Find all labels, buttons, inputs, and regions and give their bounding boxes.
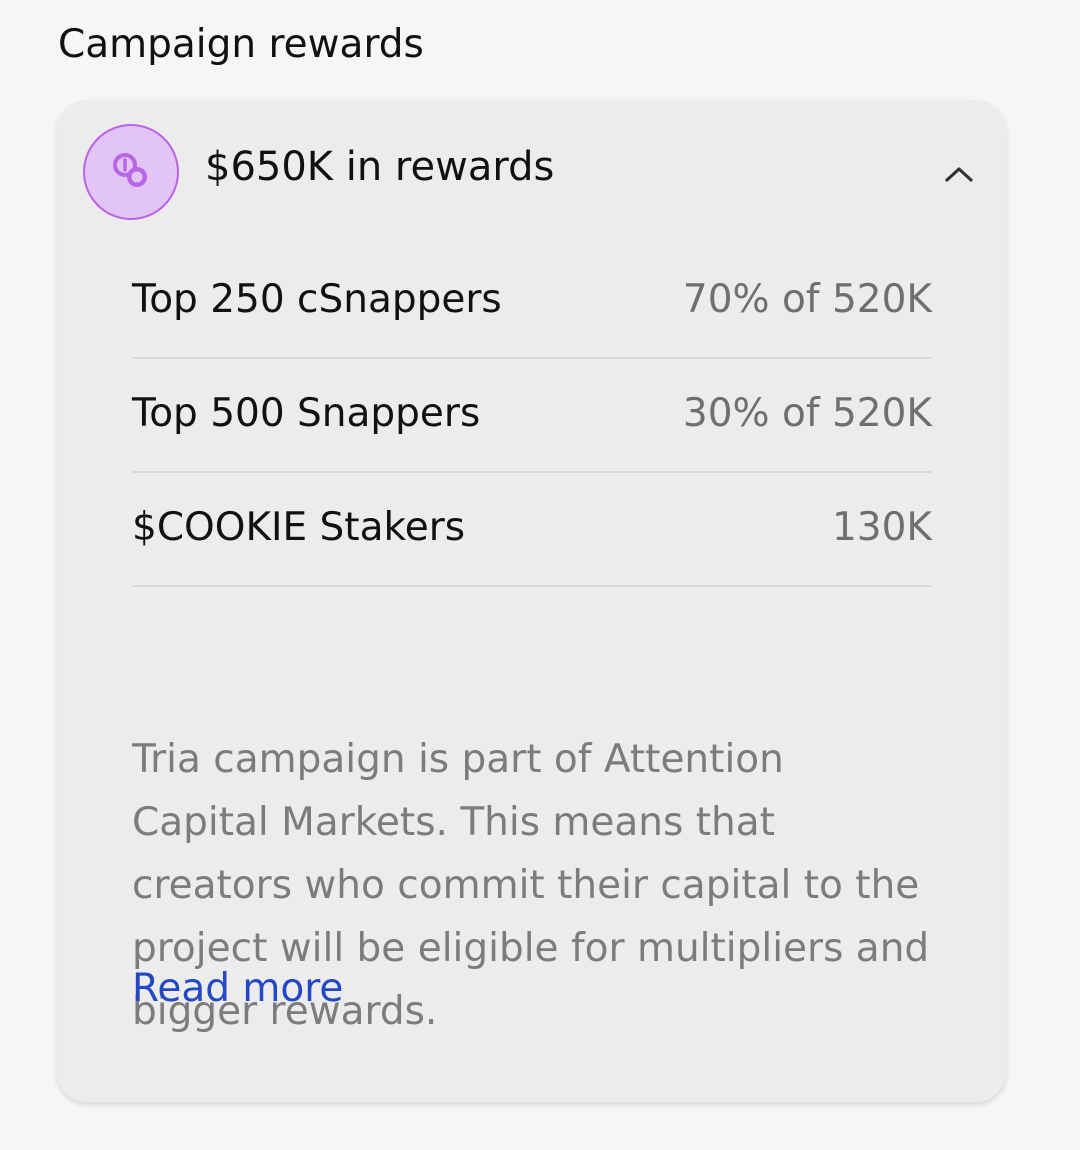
reward-tier-value: 30% of 520K <box>682 391 932 436</box>
reward-tier-label: Top 250 cSnappers <box>132 277 502 322</box>
coins-icon <box>83 124 179 220</box>
reward-tier-label: Top 500 Snappers <box>132 391 481 436</box>
reward-tier-row: Top 250 cSnappers 70% of 520K <box>132 245 932 359</box>
reward-tier-value: 130K <box>831 505 932 550</box>
rewards-total-title: $650K in rewards <box>205 144 555 190</box>
reward-tier-value: 70% of 520K <box>682 277 932 322</box>
section-title: Campaign rewards <box>58 22 424 67</box>
collapse-button[interactable] <box>935 156 983 192</box>
reward-tier-row: Top 500 Snappers 30% of 520K <box>132 359 932 473</box>
read-more-link[interactable]: Read more <box>132 966 343 1011</box>
rewards-card: $650K in rewards Top 250 cSnappers 70% o… <box>57 100 1006 1102</box>
reward-tier-row: $COOKIE Stakers 130K <box>132 473 932 587</box>
chevron-up-icon <box>945 167 973 182</box>
reward-tier-label: $COOKIE Stakers <box>132 505 466 550</box>
reward-tiers-list: Top 250 cSnappers 70% of 520K Top 500 Sn… <box>132 245 932 587</box>
